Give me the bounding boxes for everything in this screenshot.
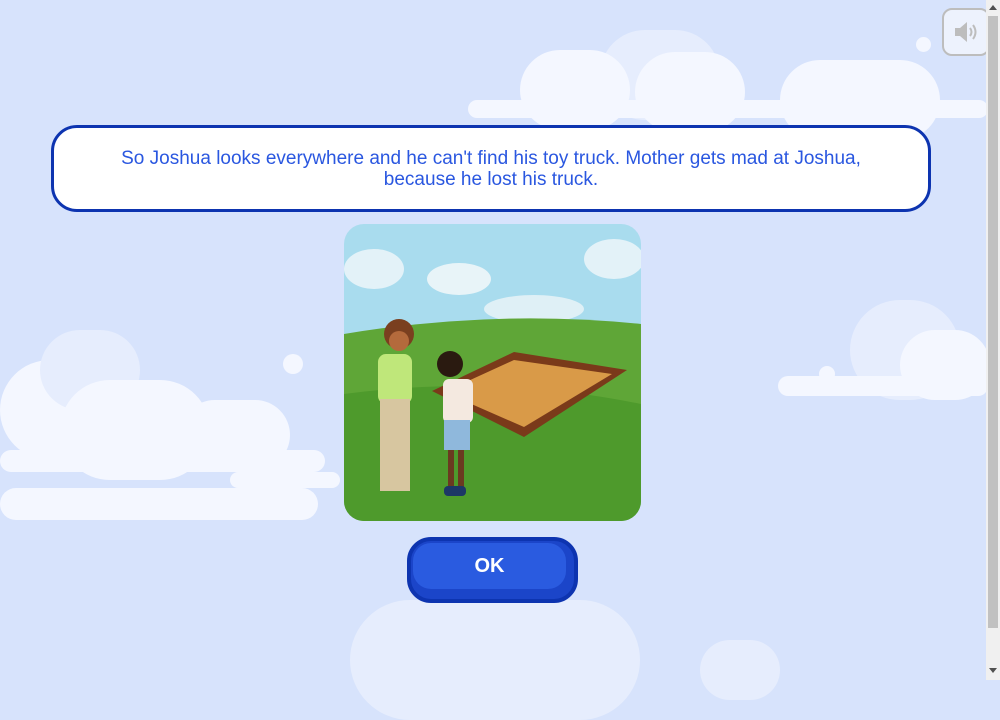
scrollbar-thumb[interactable] (988, 16, 998, 628)
scrollbar[interactable] (986, 0, 1000, 680)
story-dialog: So Joshua looks everywhere and he can't … (51, 125, 931, 212)
scroll-up-arrow[interactable] (989, 5, 997, 10)
story-text: So Joshua looks everywhere and he can't … (121, 147, 861, 190)
ok-label: OK (474, 554, 505, 577)
ok-button[interactable]: OK (407, 537, 578, 603)
scroll-down-arrow[interactable] (989, 668, 997, 673)
speaker-icon (955, 22, 977, 42)
story-illustration (344, 224, 641, 521)
sound-button[interactable] (942, 8, 990, 56)
